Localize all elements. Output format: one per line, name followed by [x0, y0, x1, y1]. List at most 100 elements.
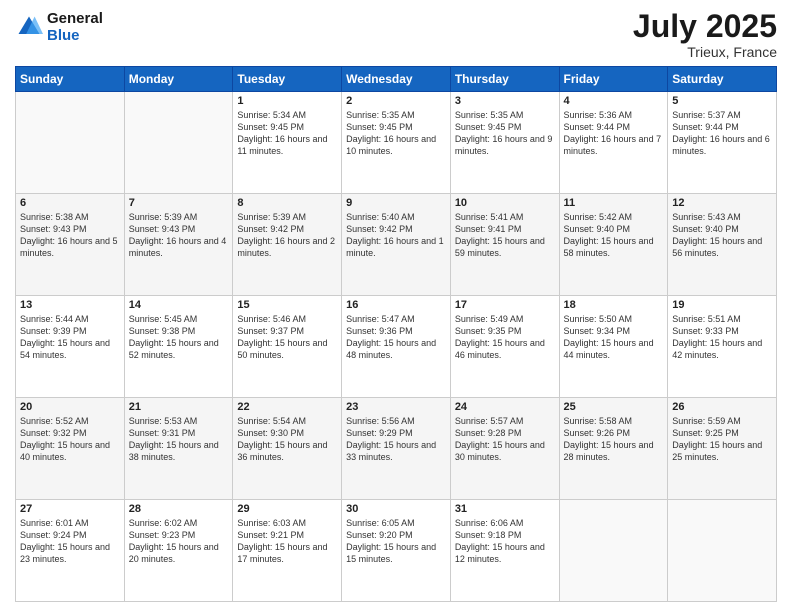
day-info: Sunrise: 5:49 AM Sunset: 9:35 PM Dayligh… — [455, 313, 555, 362]
calendar-week-4: 27Sunrise: 6:01 AM Sunset: 9:24 PM Dayli… — [16, 500, 777, 602]
calendar-cell: 9Sunrise: 5:40 AM Sunset: 9:42 PM Daylig… — [342, 194, 451, 296]
title-block: July 2025 Trieux, France — [633, 10, 777, 60]
col-header-sunday: Sunday — [16, 67, 125, 92]
day-info: Sunrise: 5:53 AM Sunset: 9:31 PM Dayligh… — [129, 415, 229, 464]
calendar-cell — [559, 500, 668, 602]
col-header-thursday: Thursday — [450, 67, 559, 92]
day-info: Sunrise: 5:37 AM Sunset: 9:44 PM Dayligh… — [672, 109, 772, 158]
calendar-cell: 27Sunrise: 6:01 AM Sunset: 9:24 PM Dayli… — [16, 500, 125, 602]
day-number: 10 — [455, 197, 555, 209]
day-number: 19 — [672, 299, 772, 311]
day-info: Sunrise: 6:03 AM Sunset: 9:21 PM Dayligh… — [237, 517, 337, 566]
col-header-friday: Friday — [559, 67, 668, 92]
day-number: 31 — [455, 503, 555, 515]
day-number: 26 — [672, 401, 772, 413]
col-header-monday: Monday — [124, 67, 233, 92]
day-info: Sunrise: 5:47 AM Sunset: 9:36 PM Dayligh… — [346, 313, 446, 362]
day-number: 3 — [455, 95, 555, 107]
day-number: 2 — [346, 95, 446, 107]
day-info: Sunrise: 5:35 AM Sunset: 9:45 PM Dayligh… — [455, 109, 555, 158]
day-info: Sunrise: 5:59 AM Sunset: 9:25 PM Dayligh… — [672, 415, 772, 464]
calendar-cell: 2 Sunrise: 5:35 AM Sunset: 9:45 PM Daylig… — [342, 92, 451, 194]
calendar-week-0: 1Sunrise: 5:34 AM Sunset: 9:45 PM Daylig… — [16, 92, 777, 194]
day-number: 20 — [20, 401, 120, 413]
day-number: 1 — [237, 95, 337, 107]
day-info: Sunrise: 5:44 AM Sunset: 9:39 PM Dayligh… — [20, 313, 120, 362]
day-info: Sunrise: 6:02 AM Sunset: 9:23 PM Dayligh… — [129, 517, 229, 566]
day-number: 23 — [346, 401, 446, 413]
header: General Blue July 2025 Trieux, France — [15, 10, 777, 60]
calendar-cell: 16 Sunrise: 5:47 AM Sunset: 9:36 PM Dayli… — [342, 296, 451, 398]
day-info: Sunrise: 5:45 AM Sunset: 9:38 PM Dayligh… — [129, 313, 229, 362]
day-number: 15 — [237, 299, 337, 311]
calendar-week-1: 6 Sunrise: 5:38 AM Sunset: 9:43 PM Daylig… — [16, 194, 777, 296]
day-number: 6 — [20, 197, 120, 209]
calendar-cell: 22 Sunrise: 5:54 AM Sunset: 9:30 PM Dayli… — [233, 398, 342, 500]
calendar-cell: 31 Sunrise: 6:06 AM Sunset: 9:18 PM Dayli… — [450, 500, 559, 602]
day-number: 29 — [237, 503, 337, 515]
calendar-cell: 23 Sunrise: 5:56 AM Sunset: 9:29 PM Dayli… — [342, 398, 451, 500]
day-info: Sunrise: 6:06 AM Sunset: 9:18 PM Dayligh… — [455, 517, 555, 566]
calendar-cell: 1Sunrise: 5:34 AM Sunset: 9:45 PM Daylig… — [233, 92, 342, 194]
calendar-cell: 29 Sunrise: 6:03 AM Sunset: 9:21 PM Dayli… — [233, 500, 342, 602]
day-number: 28 — [129, 503, 229, 515]
day-number: 25 — [564, 401, 664, 413]
calendar-cell: 13 Sunrise: 5:44 AM Sunset: 9:39 PM Dayli… — [16, 296, 125, 398]
day-number: 16 — [346, 299, 446, 311]
calendar-cell — [16, 92, 125, 194]
day-info: Sunrise: 5:35 AM Sunset: 9:45 PM Dayligh… — [346, 109, 446, 158]
day-number: 17 — [455, 299, 555, 311]
calendar-cell: 8 Sunrise: 5:39 AM Sunset: 9:42 PM Daylig… — [233, 194, 342, 296]
day-info: Sunrise: 5:36 AM Sunset: 9:44 PM Dayligh… — [564, 109, 664, 158]
page: General Blue July 2025 Trieux, France Su… — [0, 0, 792, 612]
calendar-cell: 12 Sunrise: 5:43 AM Sunset: 9:40 PM Dayli… — [668, 194, 777, 296]
day-number: 30 — [346, 503, 446, 515]
calendar-cell: 20Sunrise: 5:52 AM Sunset: 9:32 PM Dayli… — [16, 398, 125, 500]
month-title: July 2025 — [633, 10, 777, 42]
day-info: Sunrise: 6:05 AM Sunset: 9:20 PM Dayligh… — [346, 517, 446, 566]
calendar-table: SundayMondayTuesdayWednesdayThursdayFrid… — [15, 66, 777, 602]
day-number: 24 — [455, 401, 555, 413]
day-info: Sunrise: 5:58 AM Sunset: 9:26 PM Dayligh… — [564, 415, 664, 464]
location: Trieux, France — [633, 44, 777, 60]
col-header-saturday: Saturday — [668, 67, 777, 92]
day-number: 8 — [237, 197, 337, 209]
day-number: 13 — [20, 299, 120, 311]
calendar-cell: 30 Sunrise: 6:05 AM Sunset: 9:20 PM Dayli… — [342, 500, 451, 602]
calendar-cell: 28 Sunrise: 6:02 AM Sunset: 9:23 PM Dayli… — [124, 500, 233, 602]
calendar-cell: 11Sunrise: 5:42 AM Sunset: 9:40 PM Dayli… — [559, 194, 668, 296]
calendar-cell: 7Sunrise: 5:39 AM Sunset: 9:43 PM Daylig… — [124, 194, 233, 296]
calendar-cell: 5 Sunrise: 5:37 AM Sunset: 9:44 PM Daylig… — [668, 92, 777, 194]
logo-text: General Blue — [47, 10, 103, 44]
day-number: 18 — [564, 299, 664, 311]
calendar-cell: 21Sunrise: 5:53 AM Sunset: 9:31 PM Dayli… — [124, 398, 233, 500]
day-info: Sunrise: 6:01 AM Sunset: 9:24 PM Dayligh… — [20, 517, 120, 566]
calendar-cell: 26 Sunrise: 5:59 AM Sunset: 9:25 PM Dayli… — [668, 398, 777, 500]
calendar-week-3: 20Sunrise: 5:52 AM Sunset: 9:32 PM Dayli… — [16, 398, 777, 500]
calendar-cell: 24 Sunrise: 5:57 AM Sunset: 9:28 PM Dayli… — [450, 398, 559, 500]
day-info: Sunrise: 5:50 AM Sunset: 9:34 PM Dayligh… — [564, 313, 664, 362]
calendar-cell: 15 Sunrise: 5:46 AM Sunset: 9:37 PM Dayli… — [233, 296, 342, 398]
calendar-cell: 14Sunrise: 5:45 AM Sunset: 9:38 PM Dayli… — [124, 296, 233, 398]
calendar-cell — [668, 500, 777, 602]
col-header-tuesday: Tuesday — [233, 67, 342, 92]
day-info: Sunrise: 5:39 AM Sunset: 9:42 PM Dayligh… — [237, 211, 337, 260]
day-info: Sunrise: 5:57 AM Sunset: 9:28 PM Dayligh… — [455, 415, 555, 464]
day-number: 22 — [237, 401, 337, 413]
day-info: Sunrise: 5:39 AM Sunset: 9:43 PM Dayligh… — [129, 211, 229, 260]
day-number: 12 — [672, 197, 772, 209]
calendar-week-2: 13 Sunrise: 5:44 AM Sunset: 9:39 PM Dayli… — [16, 296, 777, 398]
day-info: Sunrise: 5:38 AM Sunset: 9:43 PM Dayligh… — [20, 211, 120, 260]
calendar-cell — [124, 92, 233, 194]
day-info: Sunrise: 5:43 AM Sunset: 9:40 PM Dayligh… — [672, 211, 772, 260]
day-info: Sunrise: 5:56 AM Sunset: 9:29 PM Dayligh… — [346, 415, 446, 464]
day-number: 5 — [672, 95, 772, 107]
calendar-cell: 19 Sunrise: 5:51 AM Sunset: 9:33 PM Dayli… — [668, 296, 777, 398]
calendar-cell: 4Sunrise: 5:36 AM Sunset: 9:44 PM Daylig… — [559, 92, 668, 194]
day-info: Sunrise: 5:42 AM Sunset: 9:40 PM Dayligh… — [564, 211, 664, 260]
logo: General Blue — [15, 10, 103, 44]
calendar-cell: 25 Sunrise: 5:58 AM Sunset: 9:26 PM Dayli… — [559, 398, 668, 500]
day-info: Sunrise: 5:51 AM Sunset: 9:33 PM Dayligh… — [672, 313, 772, 362]
day-info: Sunrise: 5:54 AM Sunset: 9:30 PM Dayligh… — [237, 415, 337, 464]
day-info: Sunrise: 5:46 AM Sunset: 9:37 PM Dayligh… — [237, 313, 337, 362]
